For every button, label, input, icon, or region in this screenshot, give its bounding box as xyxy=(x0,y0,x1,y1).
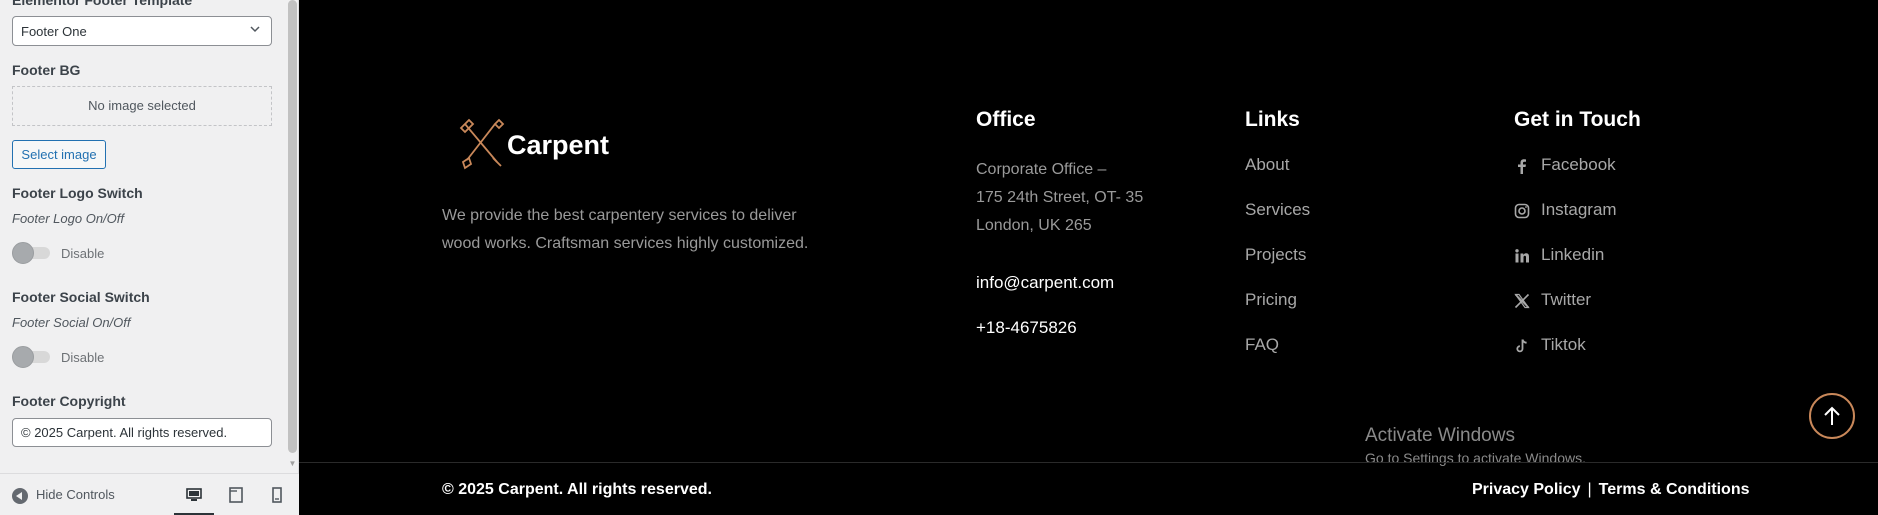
customizer-panel: Elementor Footer Template Footer One Foo… xyxy=(0,0,299,515)
social-link-twitter[interactable]: Twitter xyxy=(1514,290,1617,335)
terms-conditions-link[interactable]: Terms & Conditions xyxy=(1599,481,1750,498)
address-line: London, UK 265 xyxy=(976,217,1092,234)
footer-link-services[interactable]: Services xyxy=(1245,200,1310,245)
toggle-knob xyxy=(12,242,34,264)
footer-social-switch-desc: Footer Social On/Off xyxy=(12,315,131,330)
tiktok-icon xyxy=(1516,339,1527,353)
toggle-knob xyxy=(12,346,34,368)
customizer-footer: Hide Controls xyxy=(0,473,299,515)
footer-link-projects[interactable]: Projects xyxy=(1245,245,1310,290)
social-link-label: Twitter xyxy=(1541,290,1592,309)
get-in-touch-heading: Get in Touch xyxy=(1514,108,1641,131)
social-link-linkedin[interactable]: Linkedin xyxy=(1514,245,1617,290)
footer-social-switch-title: Footer Social Switch xyxy=(12,289,150,305)
mobile-preview-button[interactable] xyxy=(257,474,297,515)
footer-copyright-text: © 2025 Carpent. All rights reserved. xyxy=(442,481,712,498)
footer-logo-switch-desc: Footer Logo On/Off xyxy=(12,211,125,226)
desktop-preview-button[interactable] xyxy=(174,474,214,515)
footer-bg-placeholder: No image selected xyxy=(12,86,272,126)
x-twitter-icon xyxy=(1514,293,1530,309)
footer-logo-toggle[interactable] xyxy=(12,242,50,264)
social-link-tiktok[interactable]: Tiktok xyxy=(1514,335,1617,380)
footer-copyright-title: Footer Copyright xyxy=(12,393,126,409)
footer-bg-title: Footer BG xyxy=(12,62,81,78)
footer-links-list: About Services Projects Pricing FAQ xyxy=(1245,155,1310,380)
select-image-button[interactable]: Select image xyxy=(12,140,106,169)
desktop-icon xyxy=(186,488,202,501)
linkedin-icon xyxy=(1515,249,1529,263)
panel-scrollbar-thumb[interactable] xyxy=(288,0,297,453)
social-link-label: Instagram xyxy=(1541,200,1617,219)
tablet-preview-button[interactable] xyxy=(216,474,256,515)
social-link-label: Linkedin xyxy=(1541,245,1605,264)
footer-logo-toggle-label: Disable xyxy=(61,246,105,261)
legal-links: Privacy Policy | Terms & Conditions xyxy=(1472,481,1750,499)
footer-template-title: Elementor Footer Template xyxy=(12,0,193,8)
footer-social-toggle[interactable] xyxy=(12,346,50,368)
brand-name: Carpent xyxy=(507,130,610,160)
footer-link-pricing[interactable]: Pricing xyxy=(1245,290,1310,335)
privacy-policy-link[interactable]: Privacy Policy xyxy=(1472,481,1581,498)
scroll-to-top-button[interactable] xyxy=(1809,393,1855,439)
footer-template-select[interactable]: Footer One xyxy=(12,16,272,46)
footer-copyright-input[interactable] xyxy=(12,418,272,447)
hide-controls-label: Hide Controls xyxy=(36,487,115,502)
office-phone-link[interactable]: +18-4675826 xyxy=(976,318,1077,338)
activate-windows-title: Activate Windows xyxy=(1365,425,1515,446)
social-link-label: Facebook xyxy=(1541,155,1616,174)
office-heading: Office xyxy=(976,108,1036,131)
legal-separator: | xyxy=(1587,481,1592,498)
links-heading: Links xyxy=(1245,108,1300,131)
social-link-label: Tiktok xyxy=(1541,335,1586,354)
site-footer-preview: Carpent We provide the best carpentery s… xyxy=(299,0,1878,515)
arrow-up-icon xyxy=(1824,406,1840,425)
customizer-controls: Elementor Footer Template Footer One Foo… xyxy=(0,0,285,473)
collapse-arrow-icon xyxy=(12,487,28,504)
footer-link-faq[interactable]: FAQ xyxy=(1245,335,1310,380)
footer-social-toggle-label: Disable xyxy=(61,350,105,365)
scroll-down-arrow-icon[interactable]: ▼ xyxy=(288,459,297,469)
footer-link-about[interactable]: About xyxy=(1245,155,1310,200)
hide-controls-button[interactable]: Hide Controls xyxy=(12,487,115,504)
carpentry-tools-logo-icon xyxy=(459,118,505,170)
brand-description: We provide the best carpentery services … xyxy=(442,207,809,252)
footer-logo-switch-title: Footer Logo Switch xyxy=(12,185,143,201)
chevron-down-icon xyxy=(250,26,260,33)
social-link-instagram[interactable]: Instagram xyxy=(1514,200,1617,245)
activate-windows-subtitle: Go to Settings to activate Windows. xyxy=(1365,450,1586,466)
social-links-list: Facebook Instagram Linkedin Twitter Tikt… xyxy=(1514,155,1617,380)
instagram-icon xyxy=(1514,203,1530,219)
facebook-icon xyxy=(1518,159,1526,174)
footer-divider xyxy=(299,462,1878,463)
activate-windows-watermark: Activate Windows Go to Settings to activ… xyxy=(1365,425,1586,466)
tablet-icon xyxy=(229,487,243,503)
mobile-icon xyxy=(272,487,282,503)
address-line: Corporate Office – xyxy=(976,161,1107,178)
address-line: 175 24th Street, OT- 35 xyxy=(976,189,1144,206)
office-address: Corporate Office – 175 24th Street, OT- … xyxy=(976,156,1176,240)
office-email-link[interactable]: info@carpent.com xyxy=(976,273,1114,293)
footer-template-value: Footer One xyxy=(21,24,87,39)
social-link-facebook[interactable]: Facebook xyxy=(1514,155,1617,200)
